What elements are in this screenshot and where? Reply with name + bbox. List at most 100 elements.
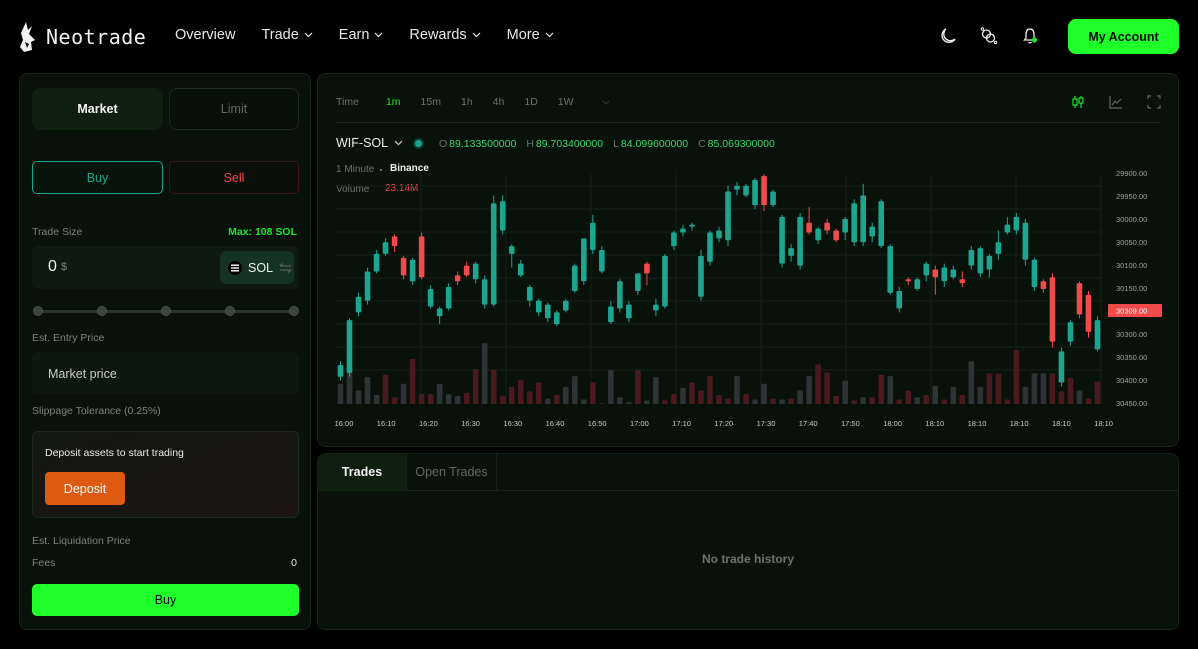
y-axis-tick-label: 30100.00: [1116, 261, 1147, 270]
candle-body: [653, 304, 659, 311]
connections-icon[interactable]: [980, 27, 998, 45]
separator-dot: [380, 169, 382, 171]
slippage-label[interactable]: Slippage Tolerance (0.25%): [32, 405, 161, 417]
order-type-limit-tab[interactable]: Limit: [169, 88, 299, 130]
trade-size-value[interactable]: 0: [48, 258, 57, 276]
pair-selector[interactable]: WIF-SOL: [336, 136, 423, 150]
volume-bar: [932, 386, 939, 404]
slider-stop[interactable]: [289, 306, 299, 316]
timeframe-1h[interactable]: 1h: [461, 96, 473, 108]
y-axis-tick-label: 30300.00: [1116, 330, 1147, 339]
entry-price-field[interactable]: Market price: [32, 352, 299, 394]
candle-body: [617, 281, 623, 309]
slider-stop[interactable]: [225, 306, 235, 316]
slider-stop[interactable]: [161, 306, 171, 316]
trade-size-input[interactable]: 0 $ SOL: [32, 246, 299, 289]
tab-trades[interactable]: Trades: [318, 454, 407, 490]
candle-body: [1094, 320, 1101, 350]
chevron-down-icon: [472, 32, 481, 38]
volume-bar: [968, 361, 975, 404]
x-axis-tick-label: 16:30: [503, 419, 522, 428]
nav-item-overview[interactable]: Overview: [175, 27, 235, 43]
volume-bar: [1022, 386, 1029, 404]
candle-body: [608, 306, 614, 323]
deposit-button[interactable]: Deposit: [45, 472, 125, 505]
swap-icon[interactable]: [279, 262, 292, 273]
submit-buy-button[interactable]: Buy: [32, 584, 299, 616]
candle-body: [869, 226, 875, 237]
candle-body: [535, 300, 542, 313]
nav-item-rewards[interactable]: Rewards: [409, 27, 481, 43]
chevron-down-icon: [304, 32, 313, 38]
candle-body: [662, 255, 668, 307]
tabs-divider: [318, 490, 1178, 491]
fullscreen-icon[interactable]: [1147, 95, 1161, 109]
timeframe-4h[interactable]: 4h: [493, 96, 505, 108]
volume-bar: [1040, 373, 1047, 404]
logo[interactable]: Neotrade: [18, 20, 146, 54]
slider-stop[interactable]: [97, 306, 107, 316]
candle-body: [337, 365, 344, 377]
volume-bar: [644, 400, 650, 404]
volume-bar: [499, 395, 506, 404]
volume-bar: [364, 377, 371, 404]
timeframe-1m[interactable]: 1m: [386, 96, 401, 108]
candle-body: [400, 257, 407, 276]
volume-bar: [590, 382, 596, 404]
volume-bar: [995, 373, 1002, 404]
rabbit-logo-icon: [20, 22, 35, 52]
more-timeframes-chevron-icon[interactable]: [602, 100, 610, 105]
candle-body: [797, 216, 803, 266]
max-size-label[interactable]: Max: 108 SOL: [228, 226, 297, 238]
volume-bar: [508, 386, 515, 404]
candle-body: [1004, 224, 1011, 233]
candle-body: [779, 216, 785, 264]
nav-item-earn[interactable]: Earn: [339, 27, 384, 43]
nav-item-trade[interactable]: Trade: [261, 27, 313, 43]
candle-body: [499, 201, 506, 231]
y-axis-tick-label: 30400.00: [1116, 376, 1147, 385]
volume-bar: [734, 376, 740, 404]
timeframe-15m[interactable]: 15m: [421, 96, 441, 108]
y-axis-tick-label: 30000.00: [1116, 215, 1147, 224]
volume-bar: [986, 373, 993, 404]
ohlc-value: 89.133500000: [449, 138, 517, 150]
slider-stop[interactable]: [33, 306, 43, 316]
candle-body: [517, 263, 524, 276]
my-account-button[interactable]: My Account: [1068, 19, 1179, 54]
candle-body: [1067, 322, 1074, 342]
volume-bar: [572, 376, 578, 404]
volume-bar: [959, 395, 966, 404]
candle-body: [707, 232, 713, 262]
volume-bar: [463, 392, 470, 404]
ohlc-h: H 89.703400000: [526, 138, 603, 150]
timeframe-1w[interactable]: 1W: [558, 96, 574, 108]
side-sell-button[interactable]: Sell: [169, 161, 299, 194]
volume-bar: [454, 395, 461, 404]
token-selector[interactable]: SOL: [220, 251, 294, 284]
moon-icon[interactable]: [939, 27, 957, 45]
candle-body: [941, 267, 948, 282]
candlestick-chart[interactable]: 29900.00 29950.00 30000.00 30050.00 30100.00…: [335, 169, 1180, 434]
fees-label: Fees: [32, 557, 56, 569]
volume-bar: [373, 395, 380, 404]
main-nav: Overview Trade Earn Rewards More: [175, 27, 554, 43]
side-buy-button[interactable]: Buy: [32, 161, 163, 194]
ohlc-key: H: [526, 138, 534, 150]
candle-body: [1049, 277, 1056, 342]
line-chart-icon[interactable]: [1109, 95, 1123, 109]
volume-bar: [1013, 350, 1020, 404]
candle-body: [833, 230, 839, 241]
candle-body: [752, 179, 758, 206]
volume-bar: [608, 370, 614, 404]
bell-icon[interactable]: [1021, 27, 1039, 45]
candle-body: [1022, 222, 1029, 260]
nav-item-more[interactable]: More: [507, 27, 554, 43]
candlestick-icon[interactable]: [1071, 95, 1085, 109]
candle-body: [680, 228, 686, 233]
tab-open-trades[interactable]: Open Trades: [407, 454, 497, 490]
order-type-market-tab[interactable]: Market: [32, 88, 163, 130]
candle-body: [427, 289, 434, 307]
trade-size-slider[interactable]: [33, 305, 299, 317]
timeframe-1d[interactable]: 1D: [524, 96, 537, 108]
